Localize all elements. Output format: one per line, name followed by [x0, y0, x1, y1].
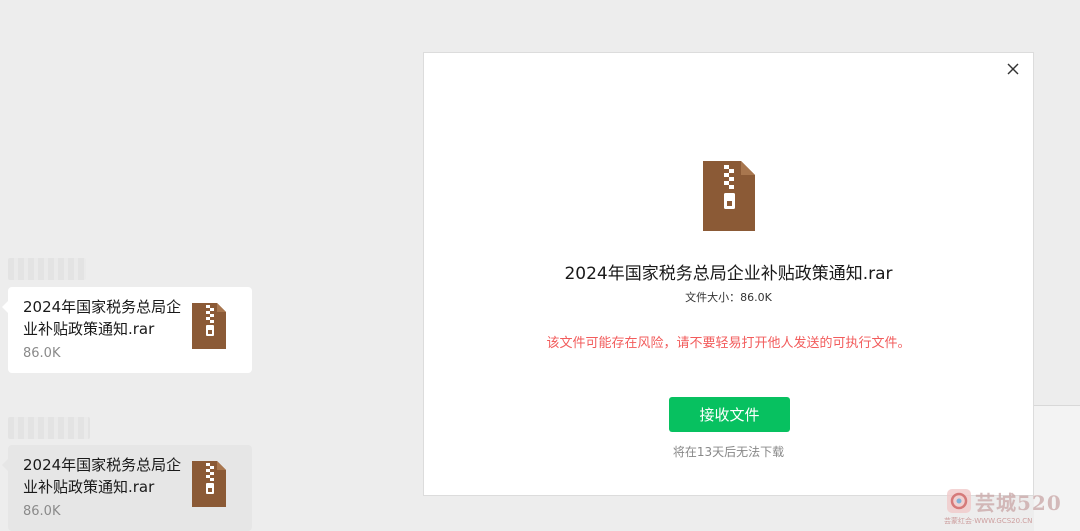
- file-message-name: 2024年国家税务总局企业补贴政策通知.rar: [23, 298, 182, 338]
- dialog-file-size: 文件大小：86.0K: [685, 291, 772, 304]
- file-receive-dialog: 2024年国家税务总局企业补贴政策通知.rar 文件大小：86.0K 该文件可能…: [423, 52, 1034, 496]
- expiration-note: 将在13天后无法下载: [672, 445, 785, 459]
- zip-archive-icon: [703, 161, 755, 231]
- sender-name-blurred: [8, 258, 86, 280]
- watermark-text: 芸城520: [975, 491, 1062, 515]
- zip-archive-icon: [192, 461, 226, 507]
- file-message-size: 86.0K: [23, 504, 61, 519]
- watermark-url: 芸蒙红会·WWW.GCS20.CN: [944, 517, 1033, 525]
- file-message-size: 86.0K: [23, 346, 61, 361]
- dialog-file-name: 2024年国家税务总局企业补贴政策通知.rar: [564, 264, 893, 284]
- file-message-bubble[interactable]: 2024年国家税务总局企业补贴政策通知.rar 86.0K: [2, 287, 252, 373]
- sender-name-blurred: [8, 417, 90, 439]
- watermark: 芸城520 芸蒙红会·WWW.GCS20.CN: [944, 487, 1080, 527]
- risk-warning: 该文件可能存在风险，请不要轻易打开他人发送的可执行文件。: [546, 336, 911, 351]
- close-icon[interactable]: [1003, 59, 1023, 79]
- watermark-logo-icon: [947, 489, 971, 513]
- file-message-bubble[interactable]: 2024年国家税务总局企业补贴政策通知.rar 86.0K: [2, 445, 252, 531]
- zip-archive-icon: [192, 303, 226, 349]
- file-message-name: 2024年国家税务总局企业补贴政策通知.rar: [23, 456, 182, 496]
- receive-file-button[interactable]: 接收文件: [669, 397, 790, 432]
